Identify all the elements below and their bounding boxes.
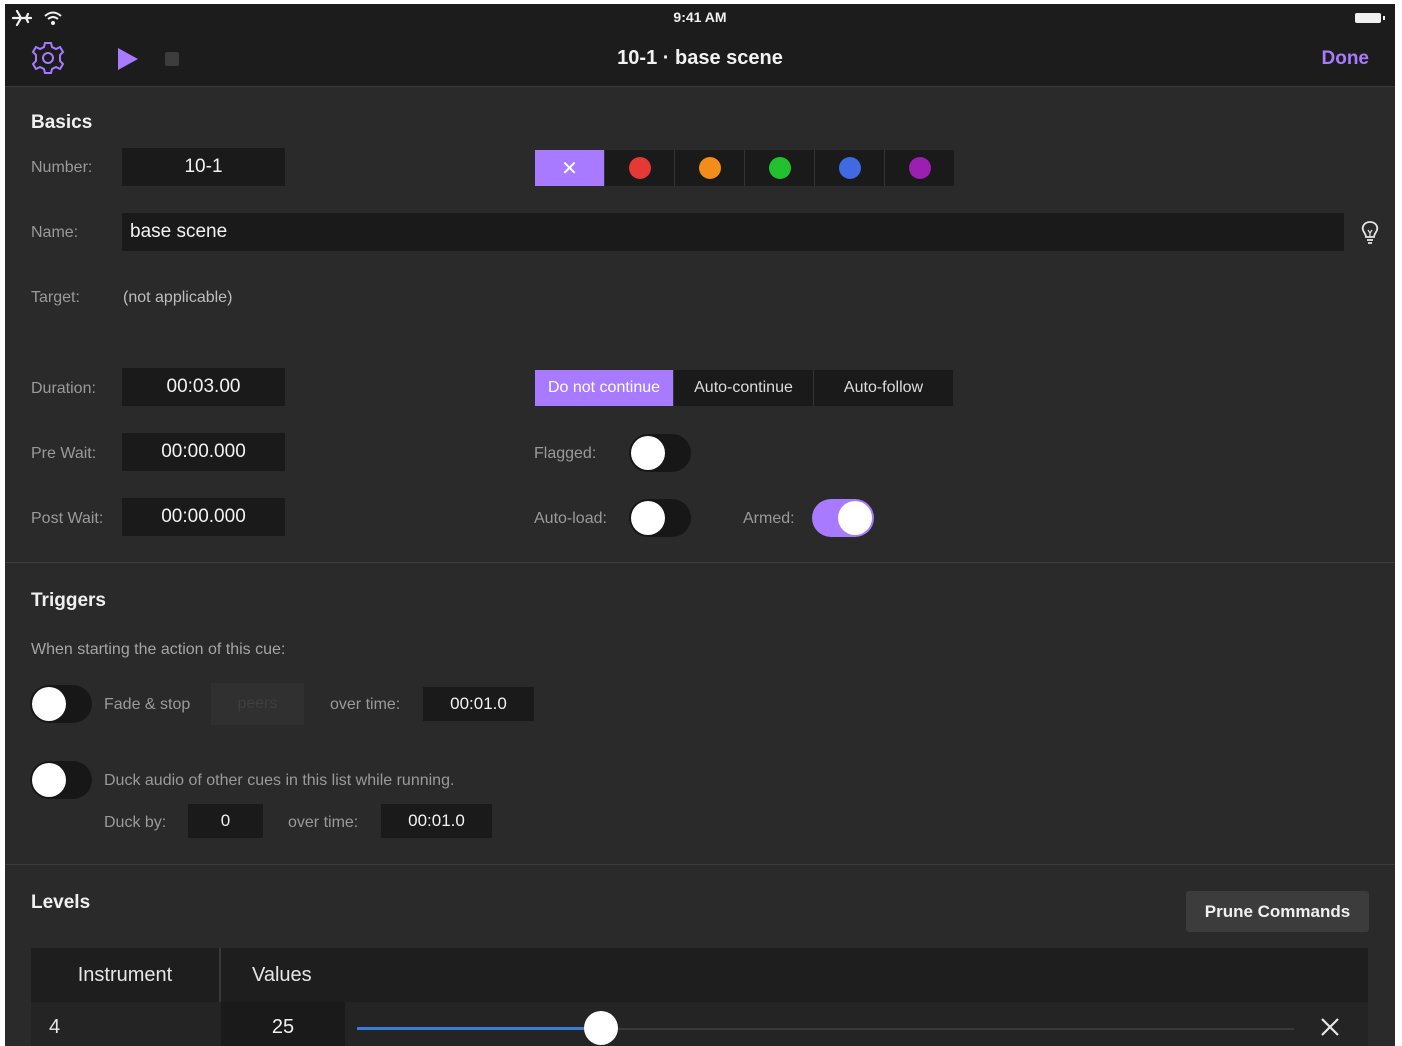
blue-swatch	[838, 157, 861, 179]
app-screen: 9:41 AM 10-1 · base scene Done Basics Nu…	[5, 4, 1395, 1046]
battery-icon	[1355, 13, 1381, 23]
armed-label: Armed:	[743, 510, 795, 527]
fade-over-time-label: over time:	[330, 696, 401, 713]
done-button[interactable]: Done	[1322, 48, 1370, 70]
autoload-toggle[interactable]	[629, 499, 691, 537]
close-icon[interactable]	[1320, 1017, 1340, 1037]
color-purple-button[interactable]	[885, 150, 954, 186]
autoload-label: Auto-load:	[534, 510, 607, 527]
name-field[interactable]: base scene	[122, 213, 1344, 251]
duck-time-field[interactable]: 00:01.0	[381, 804, 492, 838]
fade-stop-label: Fade & stop	[104, 696, 191, 713]
duck-over-time-label: over time:	[288, 814, 359, 831]
color-blue-button[interactable]	[815, 150, 885, 186]
number-label: Number:	[31, 159, 93, 176]
duration-field[interactable]: 00:03.00	[122, 368, 285, 406]
armed-toggle[interactable]	[812, 499, 874, 537]
status-time: 9:41 AM	[673, 9, 727, 25]
duck-label: Duck audio of other cues in this list wh…	[104, 772, 455, 789]
color-green-button[interactable]	[745, 150, 815, 186]
peers-select[interactable]: peers	[211, 683, 304, 725]
instrument-cell: 4	[49, 1016, 61, 1038]
nav-bar: 10-1 · base scene Done	[5, 32, 1395, 87]
value-field[interactable]: 25	[221, 1002, 345, 1046]
do-not-continue-option[interactable]: Do not continue	[535, 370, 674, 406]
fade-time-field[interactable]: 00:01.0	[423, 687, 534, 721]
target-label: Target:	[31, 289, 80, 306]
level-slider-knob[interactable]	[584, 1011, 618, 1045]
section-divider	[5, 562, 1395, 563]
lightbulb-icon[interactable]	[1359, 220, 1381, 246]
values-column-header: Values	[252, 963, 312, 986]
duration-label: Duration:	[31, 380, 96, 397]
purple-swatch	[908, 157, 931, 179]
levels-table-header: Instrument Values	[31, 948, 1368, 1002]
duck-by-field[interactable]: 0	[188, 804, 263, 838]
level-slider[interactable]	[357, 1011, 1294, 1045]
name-label: Name:	[31, 224, 79, 241]
green-swatch	[768, 157, 791, 179]
target-value: (not applicable)	[123, 289, 233, 306]
postwait-label: Post Wait:	[31, 510, 104, 527]
auto-continue-option[interactable]: Auto-continue	[674, 370, 814, 406]
toggle-knob	[631, 436, 665, 470]
color-none-button[interactable]: ✕	[535, 150, 605, 186]
triggers-intro: When starting the action of this cue:	[31, 641, 286, 658]
flagged-label: Flagged:	[534, 445, 597, 462]
prewait-label: Pre Wait:	[31, 445, 97, 462]
number-field[interactable]: 10-1	[122, 148, 285, 186]
toggle-knob	[32, 687, 66, 721]
toggle-knob	[838, 501, 872, 535]
auto-follow-option[interactable]: Auto-follow	[814, 370, 953, 406]
basics-title: Basics	[31, 112, 93, 133]
levels-title: Levels	[31, 892, 91, 913]
duck-toggle[interactable]	[30, 761, 92, 799]
orange-swatch	[698, 157, 721, 179]
duck-by-label: Duck by:	[104, 814, 167, 831]
instrument-column-header: Instrument	[31, 948, 221, 1002]
toggle-knob	[32, 763, 66, 797]
fade-stop-toggle[interactable]	[30, 685, 92, 723]
postwait-field[interactable]: 00:00.000	[122, 498, 285, 536]
flagged-toggle[interactable]	[629, 434, 691, 472]
prune-commands-button[interactable]: Prune Commands	[1186, 891, 1369, 932]
toggle-knob	[631, 501, 665, 535]
color-red-button[interactable]	[605, 150, 675, 186]
color-picker: ✕	[535, 150, 954, 186]
color-orange-button[interactable]	[675, 150, 745, 186]
level-slider-fill	[357, 1027, 601, 1030]
table-row: 4 25	[31, 1002, 1368, 1046]
prewait-field[interactable]: 00:00.000	[122, 433, 285, 471]
status-bar: 9:41 AM	[5, 4, 1395, 32]
red-swatch	[628, 157, 651, 179]
triggers-title: Triggers	[31, 590, 106, 611]
continue-mode-control: Do not continue Auto-continue Auto-follo…	[535, 370, 953, 406]
page-title: 10-1 · base scene	[617, 47, 783, 69]
section-divider	[5, 864, 1395, 865]
